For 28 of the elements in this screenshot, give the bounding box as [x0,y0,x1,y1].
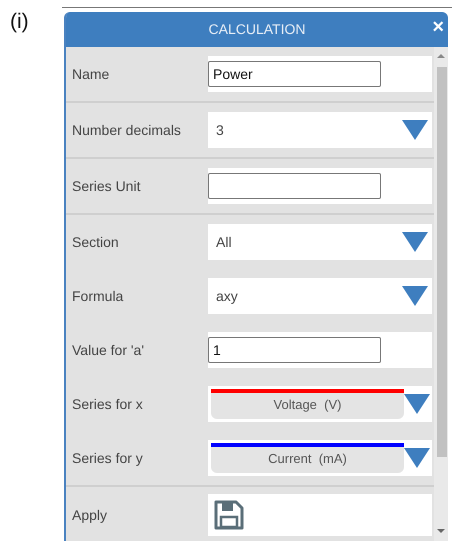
field-label: Section [71,232,120,252]
field-label: Value for 'a' [71,340,146,360]
dropdown-arrow-icon [404,394,430,414]
dropdown-arrow-icon [404,448,430,468]
save-icon [214,500,244,530]
dropdown[interactable]: 3 [208,112,432,148]
scroll-down-icon[interactable] [437,528,445,534]
dropdown[interactable]: axy [208,278,432,314]
dialog-title: CALCULATION [208,20,306,39]
field-label: Name [71,64,110,84]
field-label: Series for y [71,448,144,468]
dropdown-arrow-icon [402,232,428,252]
scroll-up-icon[interactable] [437,53,445,59]
text-field[interactable] [208,173,381,199]
figure-label: (i) [10,9,29,35]
scroll-thumb[interactable] [437,67,447,457]
scrollbar[interactable] [434,47,448,541]
dropdown[interactable]: All [208,224,432,260]
text-field[interactable]: Power [208,61,381,87]
field-label: Series for x [71,394,144,414]
dropdown-arrow-icon [402,286,428,306]
text-field[interactable]: 1 [208,337,381,363]
field-label: Formula [71,286,124,306]
field-label: Series Unit [71,176,142,196]
close-button[interactable]: × [428,15,448,39]
field-label: Number decimals [71,120,182,140]
dropdown-arrow-icon [402,120,428,140]
field-label: Apply [71,506,108,525]
